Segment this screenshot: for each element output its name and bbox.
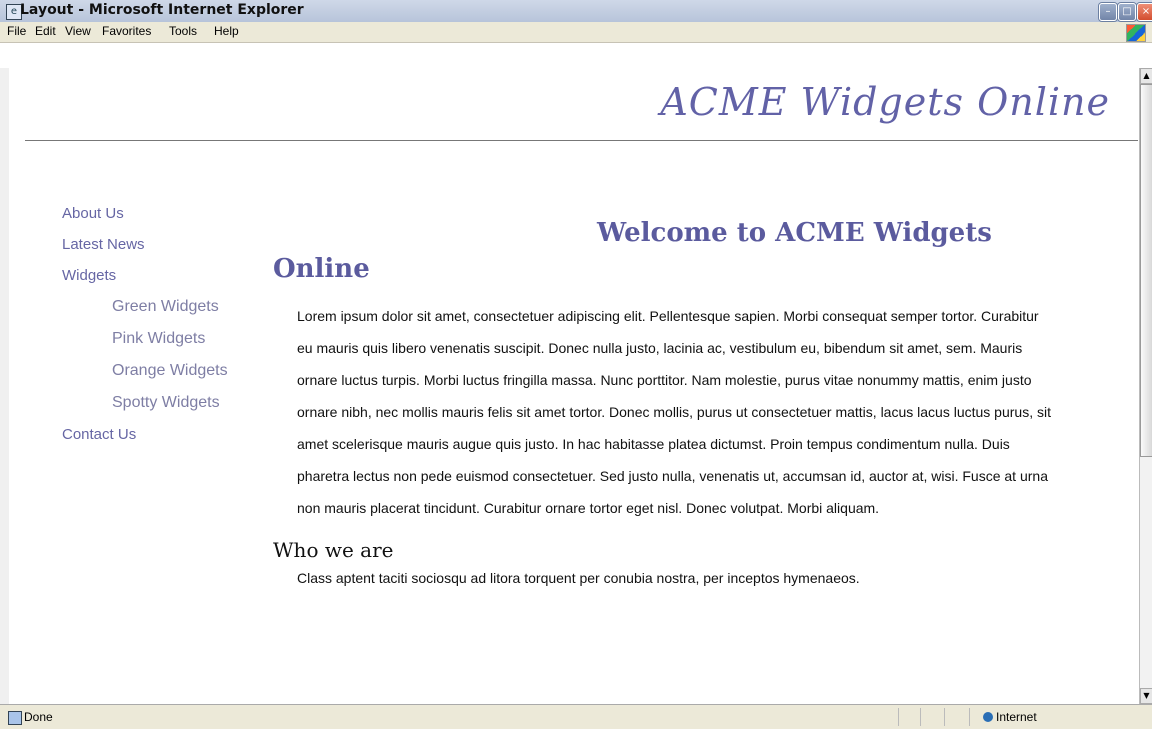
section-heading: Who we are: [273, 538, 394, 562]
menu-tools[interactable]: Tools: [169, 24, 197, 38]
nav-spotty-widgets[interactable]: Spotty Widgets: [112, 387, 272, 419]
menu-favorites[interactable]: Favorites: [102, 24, 151, 38]
header-divider: [25, 140, 1138, 141]
browser-window: e Layout - Microsoft Internet Explorer –…: [0, 0, 1152, 729]
close-button[interactable]: ×: [1137, 3, 1152, 21]
menu-file[interactable]: File: [7, 24, 26, 38]
page-content: ACME Widgets Online About Us Latest News…: [9, 68, 1139, 704]
title-bar: e Layout - Microsoft Internet Explorer –…: [0, 0, 1152, 23]
status-separator: [944, 708, 945, 726]
status-separator: [969, 708, 970, 726]
nav-latest-news[interactable]: Latest News: [62, 229, 272, 260]
nav-orange-widgets[interactable]: Orange Widgets: [112, 355, 272, 387]
menu-edit[interactable]: Edit: [35, 24, 56, 38]
status-text: Done: [24, 710, 53, 724]
status-bar: Done Internet: [0, 704, 1152, 729]
scroll-up-button[interactable]: ▲: [1140, 68, 1152, 84]
internet-zone-icon: [983, 712, 993, 722]
intro-paragraph: Lorem ipsum dolor sit amet, consectetuer…: [297, 308, 1051, 516]
window-title: Layout - Microsoft Internet Explorer: [20, 2, 304, 18]
minimize-button[interactable]: –: [1099, 3, 1117, 21]
main-content: Welcome to ACME Widgets Online Lorem ips…: [273, 214, 1063, 600]
status-separator: [898, 708, 899, 726]
section-paragraph: Class aptent taciti sociosqu ad litora t…: [297, 570, 860, 586]
nav-contact-us[interactable]: Contact Us: [62, 419, 272, 450]
left-navigation: About Us Latest News Widgets Green Widge…: [62, 198, 272, 450]
status-separator: [920, 708, 921, 726]
menu-view[interactable]: View: [65, 24, 91, 38]
nav-green-widgets[interactable]: Green Widgets: [112, 291, 272, 323]
page-heading: Welcome to ACME Widgets: [597, 218, 992, 248]
menu-help[interactable]: Help: [214, 24, 239, 38]
nav-about-us[interactable]: About Us: [62, 198, 272, 229]
security-zone: Internet: [996, 710, 1037, 724]
nav-widgets[interactable]: Widgets: [62, 260, 272, 291]
maximize-button[interactable]: □: [1118, 3, 1136, 21]
site-title: ACME Widgets Online: [660, 80, 1110, 124]
scroll-down-button[interactable]: ▼: [1140, 688, 1152, 704]
page-status-icon: [8, 711, 22, 725]
page-heading-continuation: Online: [273, 254, 370, 284]
nav-pink-widgets[interactable]: Pink Widgets: [112, 323, 272, 355]
menu-bar: File Edit View Favorites Tools Help: [0, 22, 1152, 43]
windows-logo-icon: [1126, 24, 1146, 42]
scrollbar-thumb[interactable]: [1140, 84, 1152, 457]
